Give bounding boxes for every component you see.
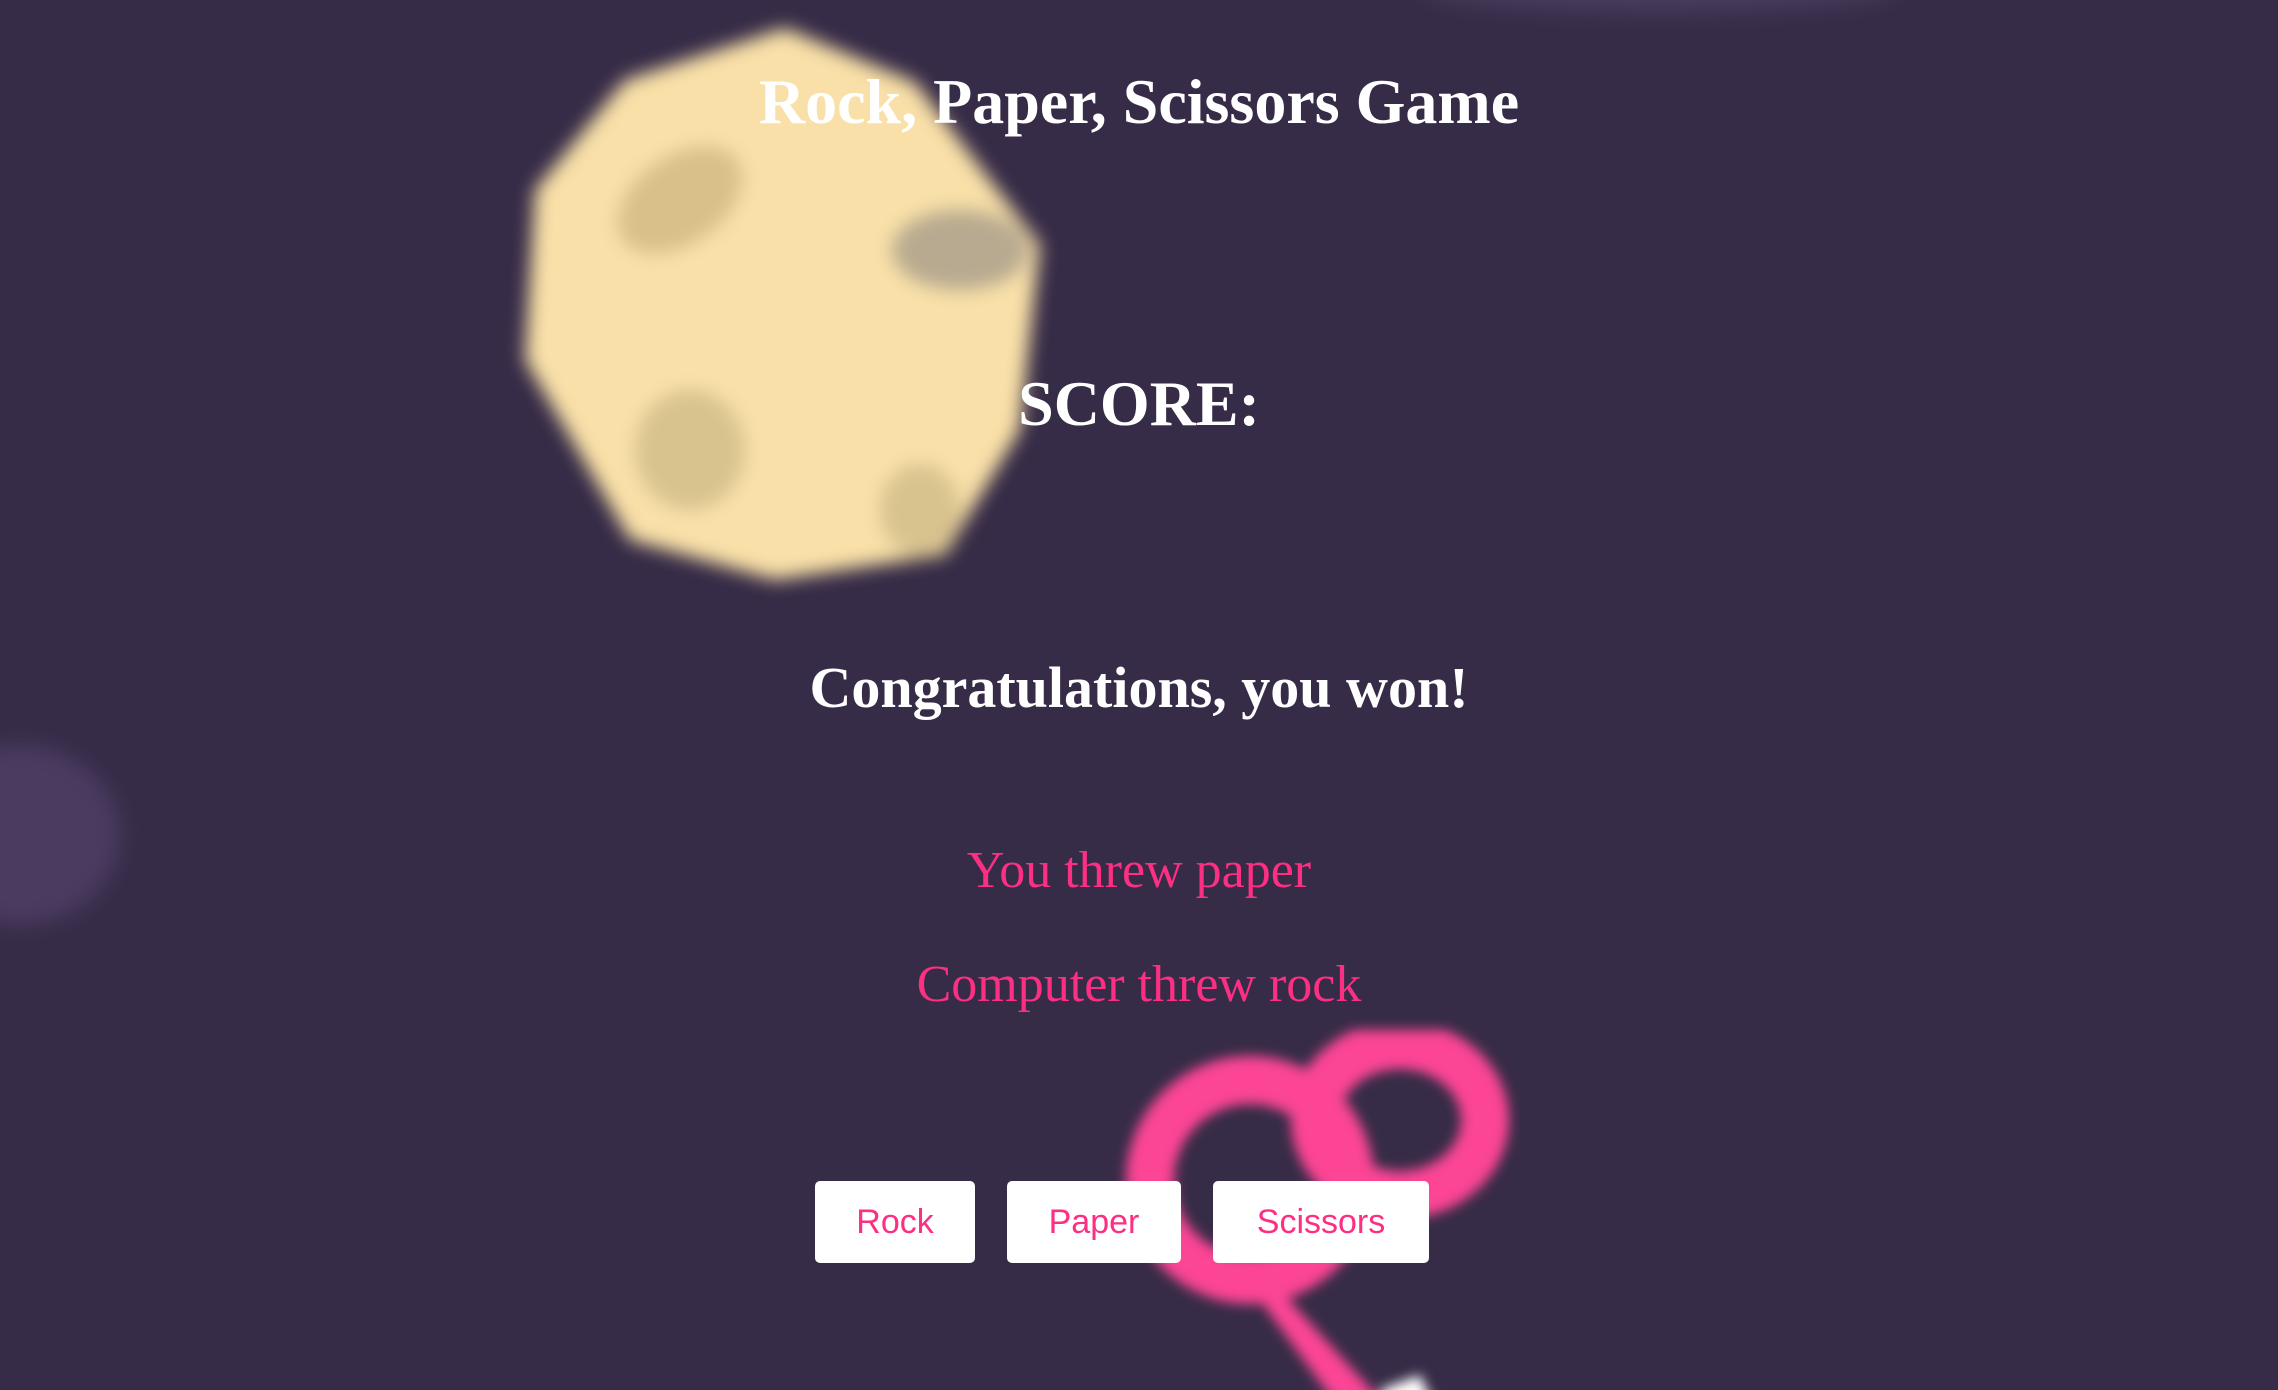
computer-throw-text: Computer threw rock xyxy=(916,956,1362,1013)
paper-button[interactable]: Paper xyxy=(1007,1181,1181,1263)
player-throw-text: You threw paper xyxy=(966,842,1312,899)
score-label: SCORE: xyxy=(1018,368,1260,439)
scissors-button[interactable]: Scissors xyxy=(1213,1181,1429,1263)
game-container: Rock, Paper, Scissors Game SCORE: Congra… xyxy=(0,0,2278,1390)
result-message: Congratulations, you won! xyxy=(809,655,1469,720)
rock-button[interactable]: Rock xyxy=(815,1181,975,1263)
page-title: Rock, Paper, Scissors Game xyxy=(758,66,1520,137)
